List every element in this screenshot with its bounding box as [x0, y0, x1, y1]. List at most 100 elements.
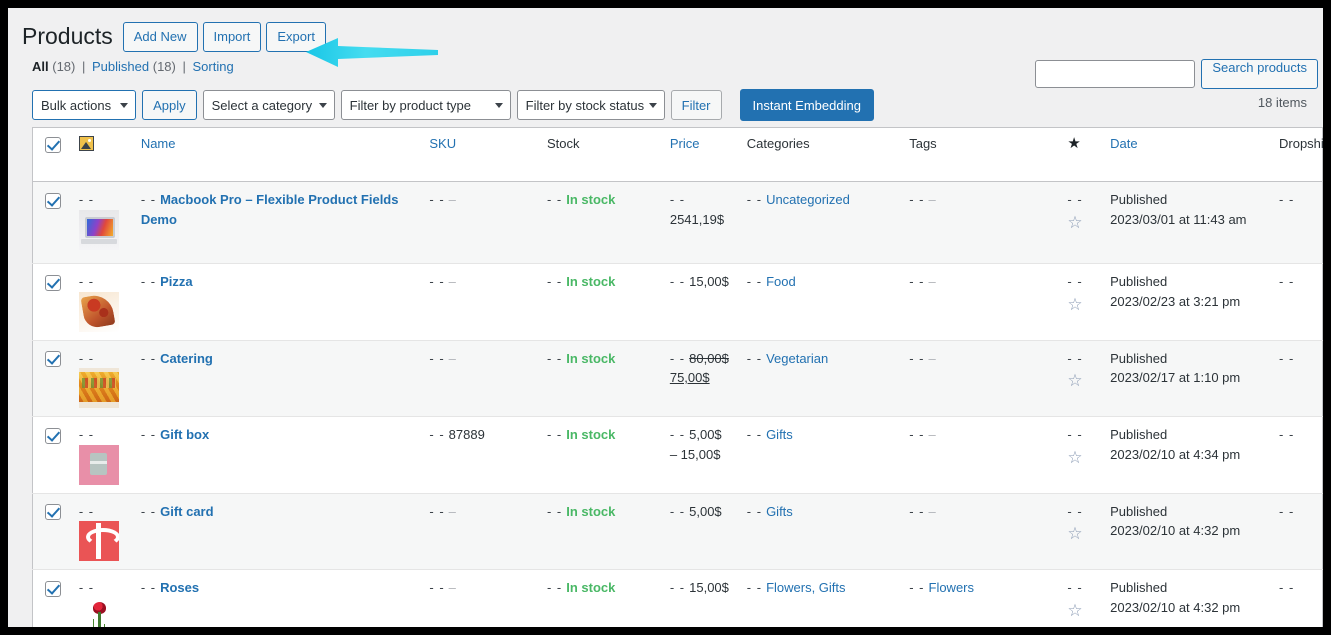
- row-select-cell: [32, 181, 69, 264]
- product-name-link[interactable]: Gift box: [160, 427, 209, 442]
- bulk-actions-label: Bulk actions: [41, 97, 112, 113]
- product-name-link[interactable]: Roses: [160, 580, 199, 595]
- product-thumbnail[interactable]: [78, 368, 119, 408]
- row-tags-cell: - - –: [899, 493, 1058, 570]
- row-date-cell: Published 2023/03/01 at 11:43 am: [1100, 181, 1269, 264]
- category-link[interactable]: Flowers, Gifts: [766, 580, 845, 595]
- import-button[interactable]: Import: [202, 21, 262, 52]
- thumb-dash: - -: [78, 427, 95, 442]
- date-value: 2023/03/01 at 11:43 am: [1110, 211, 1247, 227]
- row-categories-cell: - - Uncategorized: [736, 181, 900, 264]
- row-checkbox[interactable]: [45, 427, 61, 444]
- date-column-link[interactable]: Date: [1110, 136, 1137, 151]
- table-row[interactable]: - - - - Macbook Pro – Flexible Product Fi…: [32, 181, 1323, 264]
- tags-column-header: Tags: [899, 127, 1058, 182]
- bulk-actions-select[interactable]: Bulk actions: [32, 90, 137, 120]
- product-thumbnail[interactable]: [78, 444, 119, 485]
- featured-column-header: ★: [1057, 127, 1101, 182]
- sku-empty: –: [448, 274, 456, 289]
- star-outline-icon[interactable]: ☆: [1067, 372, 1082, 389]
- row-checkbox[interactable]: [45, 580, 61, 597]
- category-link[interactable]: Gifts: [766, 504, 793, 519]
- star-outline-icon[interactable]: ☆: [1067, 602, 1082, 619]
- product-name-link[interactable]: Gift card: [160, 504, 213, 519]
- product-name-link[interactable]: Catering: [160, 351, 213, 366]
- filter-button[interactable]: Filter: [670, 90, 722, 120]
- row-checkbox[interactable]: [45, 274, 61, 291]
- sku-column-link[interactable]: SKU: [429, 136, 456, 151]
- table-row[interactable]: - - - - Gift box - -87889 - - In stock - -…: [32, 416, 1323, 494]
- stock-status-filter-select[interactable]: Filter by stock status: [516, 90, 665, 120]
- categories-column-header: Categories: [736, 127, 900, 182]
- row-checkbox[interactable]: [45, 351, 61, 368]
- instant-embedding-button[interactable]: Instant Embedding: [739, 89, 874, 121]
- price-regular: 80,00$: [689, 350, 729, 366]
- table-row[interactable]: - - - - Catering - - – - - In stock - - 80,0…: [32, 340, 1323, 417]
- select-all-header: [32, 127, 69, 182]
- category-link[interactable]: Vegetarian: [766, 351, 828, 366]
- row-tags-cell: - - –: [899, 340, 1058, 417]
- category-filter-select[interactable]: Select a category: [202, 90, 335, 120]
- status-sep-1: |: [82, 59, 86, 74]
- star-outline-icon[interactable]: ☆: [1067, 214, 1082, 231]
- product-thumbnail[interactable]: [78, 291, 119, 332]
- date-status: Published: [1110, 274, 1168, 289]
- status-sep-2: |: [182, 59, 186, 74]
- tag-link[interactable]: Flowers: [929, 580, 975, 595]
- price-column-link[interactable]: Price: [670, 136, 700, 151]
- row-checkbox[interactable]: [45, 504, 61, 521]
- row-dropshipping-cell: - -: [1269, 340, 1323, 417]
- thumb-dash: - -: [78, 192, 95, 207]
- select-all-checkbox[interactable]: [45, 136, 61, 153]
- product-thumbnail[interactable]: [78, 521, 119, 561]
- table-row[interactable]: - - - - Gift card - - – - - In stock - -5,0…: [32, 493, 1323, 570]
- row-tags-cell: - - –: [899, 181, 1058, 264]
- row-dropshipping-cell: - -: [1269, 181, 1323, 264]
- status-link-published[interactable]: Published: [92, 59, 149, 74]
- row-price-cell: - -2541,19$: [659, 181, 737, 264]
- star-outline-icon[interactable]: ☆: [1067, 296, 1082, 313]
- row-checkbox[interactable]: [45, 192, 61, 209]
- apply-button[interactable]: Apply: [142, 90, 197, 120]
- row-select-cell: [32, 493, 69, 570]
- sku-column-header: SKU: [419, 127, 537, 182]
- table-row[interactable]: - - - - Roses - - – - - In stock - -15,00$ …: [32, 569, 1323, 627]
- star-outline-icon[interactable]: ☆: [1067, 525, 1082, 542]
- product-thumbnail[interactable]: [78, 597, 119, 627]
- stock-status: In stock: [566, 503, 616, 519]
- tags-empty: –: [928, 274, 936, 289]
- product-thumbnail[interactable]: [78, 209, 119, 250]
- star-outline-icon[interactable]: ☆: [1067, 449, 1082, 466]
- page-title: Products: [22, 22, 113, 49]
- status-count-published: (18): [152, 59, 176, 74]
- status-link-all[interactable]: All: [32, 59, 49, 74]
- product-name-link[interactable]: Macbook Pro – Flexible Product Fields De…: [141, 192, 399, 227]
- row-sku-cell: - - –: [419, 493, 537, 570]
- row-stock-cell: - - In stock: [536, 569, 660, 627]
- row-dropshipping-cell: - -: [1269, 493, 1323, 570]
- date-status: Published: [1110, 192, 1168, 207]
- row-price-cell: - -80,00$ 75,00$: [659, 340, 737, 417]
- sku-empty: –: [448, 503, 456, 519]
- row-name-cell: - - Gift box: [130, 416, 420, 494]
- product-type-filter-select[interactable]: Filter by product type: [340, 90, 511, 120]
- category-link[interactable]: Food: [766, 274, 796, 289]
- table-row[interactable]: - - - - Pizza - - – - - In stock - -15,00$ …: [32, 263, 1323, 341]
- status-link-sorting[interactable]: Sorting: [193, 59, 234, 74]
- row-dropshipping-cell: - -: [1269, 569, 1323, 627]
- category-link[interactable]: Uncategorized: [766, 192, 850, 207]
- tags-empty: –: [928, 192, 936, 207]
- status-count-all: (18): [52, 59, 76, 74]
- stock-column-header: Stock: [536, 127, 660, 182]
- export-button[interactable]: Export: [266, 21, 326, 52]
- add-new-button[interactable]: Add New: [122, 21, 198, 52]
- screenshot-root: Products Add New Import Export All (18) …: [0, 0, 1331, 635]
- category-link[interactable]: Gifts: [766, 427, 793, 442]
- row-date-cell: Published 2023/02/10 at 4:32 pm: [1100, 493, 1269, 570]
- price-value: 5,00$: [689, 427, 722, 442]
- name-column-link[interactable]: Name: [141, 136, 176, 151]
- date-status: Published: [1110, 350, 1168, 366]
- product-name-link[interactable]: Pizza: [160, 274, 193, 289]
- row-featured-cell: - - ☆: [1057, 263, 1101, 341]
- chevron-down-icon: [120, 103, 129, 108]
